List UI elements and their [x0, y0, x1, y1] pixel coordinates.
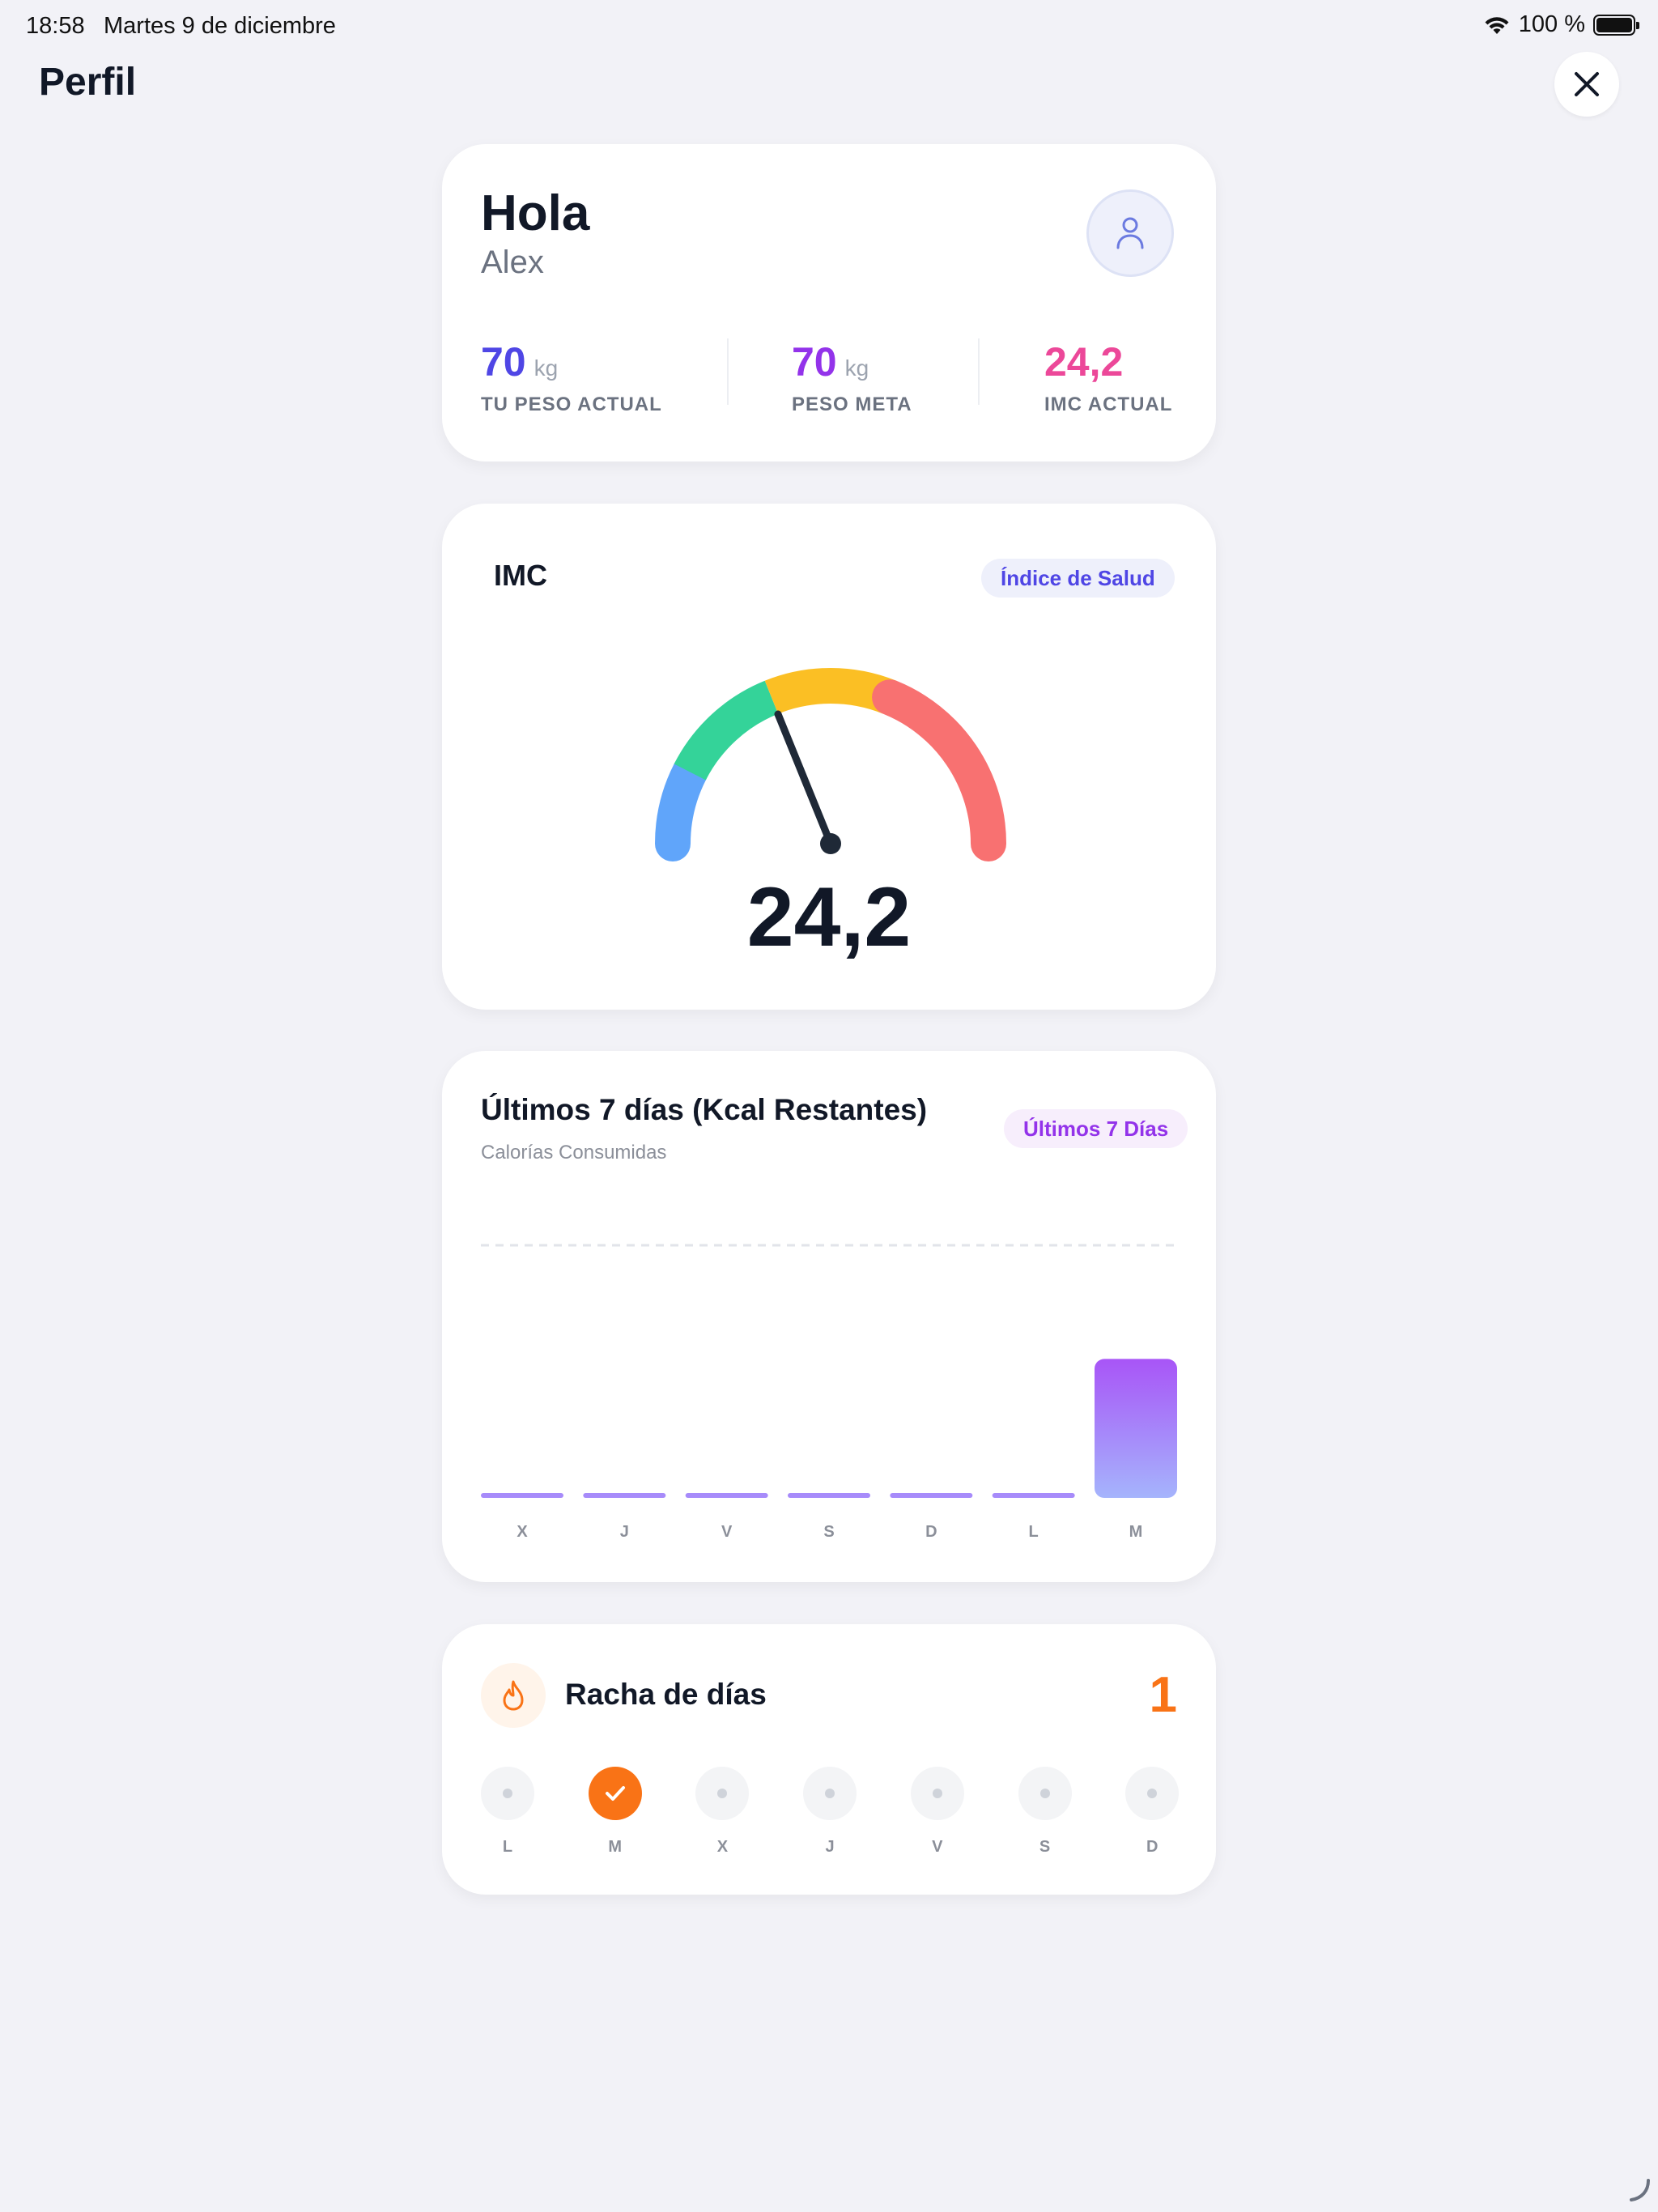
streak-day-label: X [716, 1838, 729, 1856]
streak-card: Racha de días 1 L M X J V S D [442, 1624, 1216, 1895]
wifi-icon [1485, 16, 1509, 34]
gauge-needle [774, 710, 835, 848]
streak-count: 1 [1149, 1667, 1177, 1723]
streak-day-pending [803, 1767, 857, 1820]
close-button[interactable] [1554, 52, 1619, 117]
close-icon [1575, 72, 1599, 96]
gauge-segment-normal [674, 680, 779, 781]
battery-icon [1593, 14, 1639, 36]
pending-dot [932, 1789, 942, 1798]
streak-day-pending [1125, 1767, 1180, 1820]
bar-v-2 [685, 1493, 768, 1498]
bar-d-4 [890, 1493, 973, 1498]
bar-l-5 [992, 1493, 1075, 1498]
streak-day-done [588, 1767, 642, 1820]
streak-day: M [588, 1767, 642, 1857]
x-tick-label: J [620, 1523, 629, 1541]
status-date: Martes 9 de diciembre [104, 13, 336, 39]
streak-day-pending [910, 1767, 964, 1820]
bar-j-1 [583, 1493, 666, 1498]
streak-day-label: L [502, 1838, 513, 1856]
x-tick-label: D [925, 1523, 937, 1541]
greeting: Hola [481, 185, 590, 241]
streak-day: D [1125, 1767, 1180, 1857]
imc-value: 24,2 [746, 870, 912, 964]
streak-day: X [695, 1767, 750, 1857]
scroll-indicator [1630, 2179, 1650, 2201]
goal-weight-unit: kg [844, 355, 869, 381]
battery-percent: 100 % [1518, 11, 1585, 37]
stat-imc: 24,2 IMC ACTUAL [1044, 338, 1172, 416]
flame-badge [481, 1663, 546, 1728]
bar-m-6 [1095, 1359, 1177, 1498]
streak-day-label: S [1039, 1838, 1051, 1856]
bar-x-0 [481, 1493, 563, 1498]
streak-title: Racha de días [565, 1678, 767, 1711]
streak-day-label: M [608, 1838, 623, 1856]
gauge-segment-overweight [764, 668, 897, 714]
streak-day-label: V [932, 1838, 943, 1856]
streak-day-label: D [1146, 1838, 1158, 1856]
status-right: 100 % [1483, 11, 1639, 38]
user-name: Alex [481, 245, 544, 280]
imc-card: IMC Índice de Salud 24,2 [442, 504, 1216, 1010]
check-icon [605, 1786, 625, 1801]
pending-dot [1039, 1789, 1050, 1798]
health-index-badge: Índice de Salud [981, 559, 1175, 598]
x-tick-label: V [721, 1523, 733, 1541]
page-title: Perfil [39, 61, 137, 104]
pending-dot [1147, 1789, 1158, 1798]
stat-goal-weight: 70 kg PESO META [792, 338, 912, 416]
profile-card: Hola Alex 70 kg TU PESO ACTUAL 70 kg PESO … [442, 144, 1216, 462]
streak-day: V [910, 1767, 964, 1857]
x-tick-label: L [1029, 1523, 1039, 1541]
pending-dot [825, 1789, 835, 1798]
calories-bar-chart: XJVSDLM [481, 1244, 1177, 1541]
stat-divider [727, 338, 729, 405]
streak-day-pending [695, 1767, 750, 1820]
gauge-segment-obese [872, 679, 1006, 861]
stat-current-weight: 70 kg TU PESO ACTUAL [481, 338, 662, 416]
streak-day-pending [1018, 1767, 1072, 1820]
status-bar: 18:58 Martes 9 de diciembre 100 % [0, 0, 1658, 50]
streak-day-label: J [825, 1838, 835, 1856]
current-weight-value: 70 [481, 339, 526, 385]
calories-chart-card: Últimos 7 días (Kcal Restantes) Calorías… [442, 1051, 1216, 1582]
status-time: 18:58 [26, 13, 85, 39]
stat-divider [978, 338, 980, 405]
imc-stat-label: IMC ACTUAL [1044, 393, 1173, 415]
goal-weight-label: PESO META [792, 393, 912, 415]
current-weight-label: TU PESO ACTUAL [481, 393, 662, 415]
imc-gauge [655, 668, 1006, 861]
streak-day-pending [481, 1767, 534, 1820]
streak-day: L [481, 1767, 534, 1857]
goal-weight-value: 70 [792, 339, 837, 385]
x-tick-label: X [517, 1523, 528, 1541]
x-tick-label: S [823, 1523, 834, 1541]
user-icon [1116, 217, 1144, 249]
gauge-segment-underweight [655, 754, 708, 861]
avatar[interactable] [1086, 189, 1174, 277]
imc-stat-value: 24,2 [1044, 339, 1124, 385]
streak-day: J [803, 1767, 857, 1857]
current-weight-unit: kg [534, 355, 559, 381]
flame-icon [503, 1680, 524, 1711]
x-tick-label: M [1129, 1523, 1143, 1541]
gauge-needle-hub [820, 833, 841, 854]
bar-s-3 [788, 1493, 870, 1498]
imc-title: IMC [494, 559, 547, 592]
pending-dot [503, 1789, 512, 1798]
pending-dot [717, 1789, 728, 1798]
streak-day: S [1018, 1767, 1072, 1857]
